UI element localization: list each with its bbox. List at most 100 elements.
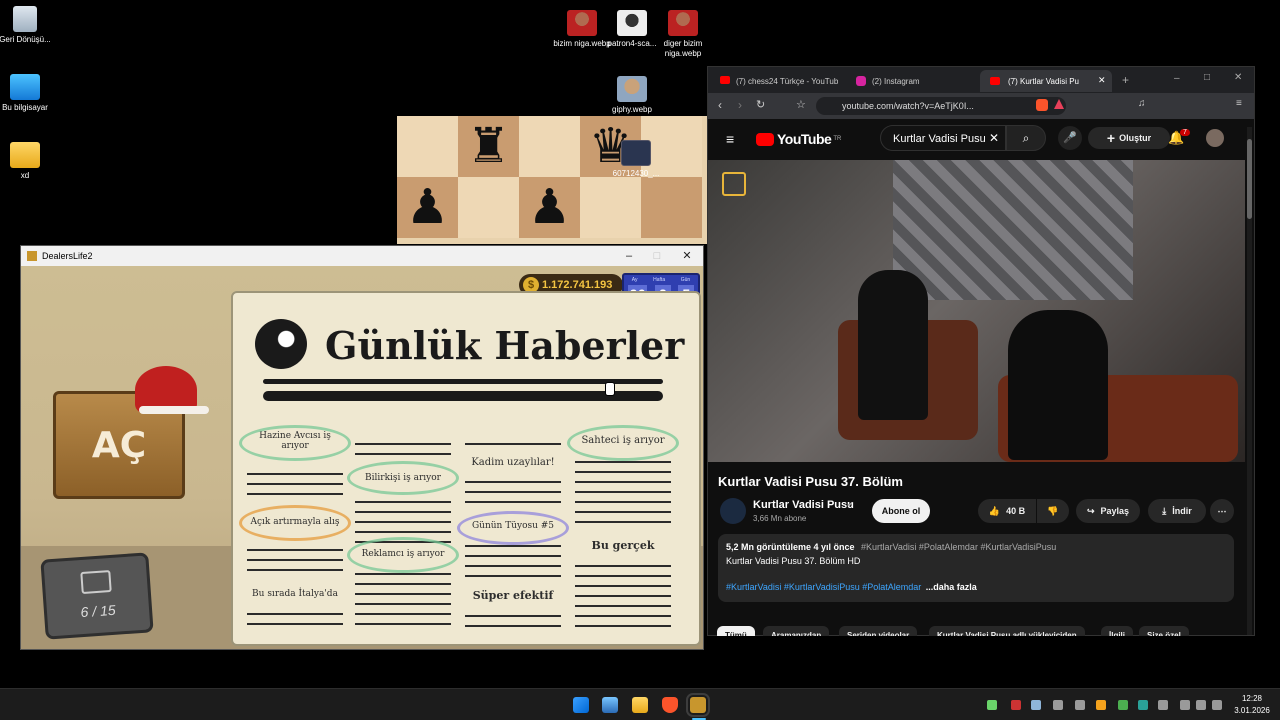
- tray-app-icon[interactable]: [1118, 700, 1128, 710]
- file-60712430-icon[interactable]: 60712430_...: [604, 140, 668, 179]
- chip-all[interactable]: Tümü: [717, 626, 755, 636]
- steam-tray-icon[interactable]: [1031, 700, 1041, 710]
- like-button[interactable]: 👍 40 B: [978, 499, 1036, 523]
- tray-app-icon[interactable]: [1011, 700, 1021, 710]
- dealerslife-taskbar-icon[interactable]: [686, 693, 710, 717]
- scrollbar[interactable]: [1247, 127, 1252, 635]
- close-window-icon[interactable]: ✕: [1234, 72, 1242, 83]
- news-headline: Bu sırada İtalya'da: [252, 589, 338, 599]
- search-button[interactable]: ⌕: [1006, 125, 1046, 151]
- chip-for-you[interactable]: Size özel: [1139, 626, 1189, 636]
- bookmark-icon[interactable]: ☆: [796, 98, 806, 111]
- start-button-icon[interactable]: [573, 697, 589, 713]
- video-player[interactable]: [708, 160, 1245, 462]
- dislike-button[interactable]: 👎: [1037, 499, 1069, 523]
- battery-icon[interactable]: [1212, 700, 1222, 710]
- more-actions-icon[interactable]: ⋯: [1210, 499, 1234, 523]
- voice-search-icon[interactable]: 🎤: [1058, 126, 1082, 150]
- new-tab-icon[interactable]: +: [1122, 73, 1129, 87]
- inventory-counter[interactable]: 6 / 15: [40, 552, 154, 640]
- news-item-this-is-real[interactable]: Bu gerçek: [573, 539, 673, 552]
- tab-label: (7) Kurtlar Vadisi Pu: [1008, 76, 1079, 86]
- magpie-logo-icon: [255, 319, 307, 369]
- window-titlebar[interactable]: DealersLife2 – □ ✕: [21, 246, 703, 266]
- network-icon[interactable]: [1180, 700, 1190, 710]
- video-title: Kurtlar Vadisi Pusu 37. Bölüm: [718, 474, 903, 489]
- tab-chess24[interactable]: (7) chess24 Türkçe - YouTub: [708, 70, 848, 92]
- board-square[interactable]: [580, 177, 641, 238]
- board-square[interactable]: [458, 177, 519, 238]
- channel-avatar[interactable]: [720, 498, 746, 524]
- close-button[interactable]: ✕: [673, 246, 701, 266]
- music-icon[interactable]: ♫: [1138, 98, 1146, 109]
- maximize-button[interactable]: □: [643, 246, 671, 266]
- board-square[interactable]: [397, 116, 458, 177]
- tab-kurtlar-vadisi[interactable]: (7) Kurtlar Vadisi Pu ✕: [980, 70, 1112, 92]
- chip-uploader[interactable]: Kurtlar Vadisi Pusu adlı yükleyiciden: [929, 626, 1085, 636]
- search-input[interactable]: Kurtlar Vadisi Pusu ✕: [880, 125, 1006, 151]
- menu-icon[interactable]: ≡: [1236, 98, 1242, 109]
- avatar[interactable]: [1206, 129, 1224, 147]
- address-bar[interactable]: youtube.com/watch?v=AeTjK0I...: [816, 97, 1066, 115]
- download-button[interactable]: ⤓ İndir: [1148, 499, 1206, 523]
- recycle-bin-icon[interactable]: Geri Dönüşü...: [0, 6, 57, 45]
- volume-icon[interactable]: [1196, 700, 1206, 710]
- chip-related[interactable]: İlgili: [1101, 626, 1133, 636]
- subscribe-button[interactable]: Abone ol: [872, 499, 930, 523]
- chevron-up-icon[interactable]: [1158, 700, 1168, 710]
- minimize-icon[interactable]: –: [1174, 73, 1180, 84]
- folder-xd-icon[interactable]: xd: [0, 142, 57, 181]
- black-rook-icon[interactable]: ♜: [458, 116, 519, 177]
- share-button[interactable]: ↪ Paylaş: [1076, 499, 1140, 523]
- clock[interactable]: 12:28 3.01.2026: [1232, 693, 1272, 717]
- hamburger-menu-icon[interactable]: ≡: [726, 131, 734, 147]
- file-diger-bizim-niga-icon[interactable]: diger bizim niga.webp: [651, 10, 715, 59]
- description-box[interactable]: 5,2 Mn görüntüleme 4 yıl önce #KurtlarVa…: [718, 534, 1234, 602]
- video-figure: [858, 270, 928, 420]
- description-text: Kurtlar Vadisi Pusu 37. Bölüm HD: [726, 556, 861, 566]
- file-explorer-icon[interactable]: [632, 697, 648, 713]
- scrollbar-thumb[interactable]: [1247, 139, 1252, 219]
- brave-browser-icon[interactable]: [662, 697, 678, 713]
- minimize-button[interactable]: –: [615, 246, 643, 266]
- clock-time: 12:28: [1241, 694, 1263, 703]
- board-square[interactable]: [519, 116, 580, 177]
- back-icon[interactable]: ‹: [718, 98, 722, 112]
- chip-from-search[interactable]: Aramanızdan: [763, 626, 830, 636]
- file-giphy-icon[interactable]: giphy.webp: [600, 76, 664, 115]
- news-item-super-effective[interactable]: Süper efektif: [463, 589, 563, 602]
- chess-board-window[interactable]: ♜ ♛ ♟ ♟: [397, 116, 707, 244]
- month-label: Ay: [631, 277, 638, 283]
- tab-instagram[interactable]: (2) Instagram: [844, 70, 984, 92]
- dealerslife-window[interactable]: DealersLife2 – □ ✕ $ 1.172.741.193 Ay Ha…: [20, 245, 704, 650]
- tray-app-icon[interactable]: [1053, 700, 1063, 710]
- clear-search-icon[interactable]: ✕: [989, 131, 999, 145]
- nvidia-tray-icon[interactable]: [987, 700, 997, 710]
- youtube-logo[interactable]: YouTube TR: [756, 131, 841, 147]
- widgets-icon[interactable]: [602, 697, 618, 713]
- black-pawn-icon[interactable]: ♟: [397, 177, 458, 238]
- tray-app-icon[interactable]: [1096, 700, 1106, 710]
- show-more-link[interactable]: ...daha fazla: [926, 582, 977, 592]
- close-tab-icon[interactable]: ✕: [1098, 75, 1106, 86]
- news-item-italy[interactable]: Bu sırada İtalya'da: [245, 589, 345, 599]
- reload-icon[interactable]: ↻: [756, 98, 765, 111]
- news-text-lines: [355, 493, 451, 543]
- chip-series[interactable]: Seriden videolar: [839, 626, 918, 636]
- browser-window[interactable]: (7) chess24 Türkçe - YouTub (2) Instagra…: [707, 66, 1255, 636]
- tray-app-icon[interactable]: [1075, 700, 1085, 710]
- newspaper[interactable]: Günlük Haberler Hazine Avcısı iş arıyor …: [231, 291, 701, 646]
- channel-name[interactable]: Kurtlar Vadisi Pusu: [753, 499, 854, 511]
- black-pawn-icon[interactable]: ♟: [519, 177, 580, 238]
- forward-icon[interactable]: ›: [738, 98, 742, 112]
- news-item-ancient-aliens[interactable]: Kadim uzaylılar!: [463, 457, 563, 468]
- board-square[interactable]: [641, 177, 702, 238]
- brave-shield-icon[interactable]: [1036, 99, 1048, 111]
- tray-app-icon[interactable]: [1138, 700, 1148, 710]
- subscriber-count: 3,66 Mn abone: [753, 514, 807, 523]
- news-headline: Süper efektif: [472, 589, 554, 602]
- create-button[interactable]: + Oluştur: [1088, 127, 1170, 149]
- maximize-icon[interactable]: □: [1204, 72, 1210, 83]
- description-hashtags[interactable]: #KurtlarVadisi #KurtlarVadisiPusu #Polat…: [726, 582, 921, 592]
- this-pc-icon[interactable]: Bu bilgisayar: [0, 74, 57, 113]
